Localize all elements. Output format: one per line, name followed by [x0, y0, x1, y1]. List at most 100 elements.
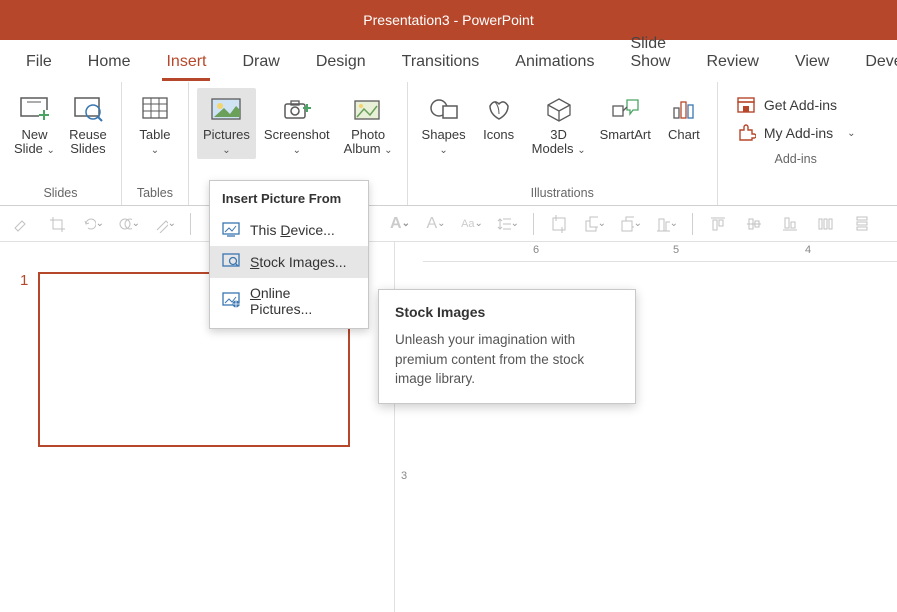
- group-illustrations: Shapes⌄ Icons 3D Models ⌄ SmartArt: [408, 82, 718, 205]
- tab-developer[interactable]: Develo: [847, 43, 897, 81]
- dropdown-item-stock-images[interactable]: Stock Images...: [210, 246, 368, 278]
- group-slides: New Slide ⌄ Reuse Slides Slides: [0, 82, 122, 205]
- reuse-slides-label: Reuse Slides: [69, 128, 107, 157]
- icons-icon: [482, 92, 516, 126]
- icons-label: Icons: [483, 128, 514, 142]
- crop-icon[interactable]: [46, 213, 68, 235]
- reuse-slides-icon: [71, 92, 105, 126]
- ribbon-tabs: File Home Insert Draw Design Transitions…: [0, 40, 897, 82]
- rotate-icon[interactable]: ⌄: [82, 213, 104, 235]
- 3d-models-button[interactable]: 3D Models ⌄: [526, 88, 592, 159]
- align-icon[interactable]: ⌄: [656, 213, 678, 235]
- 3d-models-label: 3D Models: [532, 127, 574, 156]
- text-fill-icon[interactable]: A⌄: [389, 213, 411, 235]
- bring-front-icon[interactable]: ⌄: [584, 213, 606, 235]
- caret-icon: ⌄: [47, 145, 55, 156]
- caret-icon: ⌄: [384, 145, 392, 156]
- tab-review[interactable]: Review: [688, 43, 776, 81]
- device-icon: [222, 221, 240, 239]
- align-middle-icon[interactable]: [743, 213, 765, 235]
- shapes-button[interactable]: Shapes⌄: [416, 88, 472, 159]
- group-tables-label: Tables: [130, 184, 180, 203]
- my-addins-label: My Add-ins: [764, 125, 833, 141]
- screenshot-label: Screenshot: [264, 127, 330, 142]
- pictures-label: Pictures: [203, 127, 250, 142]
- table-icon: [138, 92, 172, 126]
- tab-view[interactable]: View: [777, 43, 847, 81]
- dist-v-icon[interactable]: [851, 213, 873, 235]
- group-slides-label: Slides: [8, 184, 113, 203]
- title-text: Presentation3 - PowerPoint: [363, 12, 533, 28]
- pen-icon[interactable]: ⌄: [154, 213, 176, 235]
- text-outline-icon[interactable]: A⌄: [425, 213, 447, 235]
- get-addins-button[interactable]: Get Add-ins: [736, 96, 856, 114]
- table-label: Table: [139, 127, 170, 142]
- smartart-label: SmartArt: [600, 128, 651, 142]
- tab-design[interactable]: Design: [298, 43, 384, 81]
- group-addins: Get Add-ins My Add-ins ⌄ Add-ins: [718, 82, 874, 205]
- chart-label: Chart: [668, 128, 700, 142]
- thumbnail-number: 1: [20, 272, 28, 447]
- online-icon: [222, 292, 240, 310]
- shapes-label: Shapes: [422, 127, 466, 142]
- dropdown-item-label: Online Pictures...: [250, 285, 356, 317]
- send-back-icon[interactable]: ⌄: [620, 213, 642, 235]
- tab-home[interactable]: Home: [70, 43, 149, 81]
- addins-icon: [736, 124, 756, 142]
- chart-button[interactable]: Chart: [659, 88, 709, 144]
- pictures-button[interactable]: Pictures⌄: [197, 88, 256, 159]
- caret-icon: ⌄: [151, 145, 159, 156]
- reuse-slides-button[interactable]: Reuse Slides: [63, 88, 113, 159]
- shapes-icon: [427, 92, 461, 126]
- new-slide-icon: [17, 92, 51, 126]
- smartart-button[interactable]: SmartArt: [594, 88, 657, 144]
- font-size-icon[interactable]: Aa⌄: [461, 213, 483, 235]
- tab-slideshow[interactable]: Slide Show: [612, 25, 688, 81]
- line-spacing-icon[interactable]: ⌄: [497, 213, 519, 235]
- overlap-icon[interactable]: ⌄: [118, 213, 140, 235]
- caret-icon: ⌄: [847, 128, 855, 139]
- tooltip-body: Unleash your imagination with premium co…: [395, 330, 619, 389]
- dropdown-item-label: Stock Images...: [250, 254, 347, 270]
- photo-album-label: Photo Album: [344, 127, 385, 156]
- photo-album-button[interactable]: Photo Album ⌄: [338, 88, 399, 159]
- table-button[interactable]: Table ⌄: [130, 88, 180, 159]
- align-bottom-icon[interactable]: [779, 213, 801, 235]
- tooltip-stock-images: Stock Images Unleash your imagination wi…: [378, 289, 636, 404]
- get-addins-label: Get Add-ins: [764, 97, 837, 113]
- dist-h-icon[interactable]: [815, 213, 837, 235]
- screenshot-icon: [280, 92, 314, 126]
- group-illustrations-label: Illustrations: [416, 184, 709, 203]
- screenshot-button[interactable]: Screenshot⌄: [258, 88, 336, 159]
- store-icon: [736, 96, 756, 114]
- ruler-tick: 4: [805, 244, 811, 256]
- paint-icon[interactable]: [10, 213, 32, 235]
- icons-button[interactable]: Icons: [474, 88, 524, 144]
- tab-file[interactable]: File: [8, 43, 70, 81]
- title-bar: Presentation3 - PowerPoint: [0, 0, 897, 40]
- ribbon: New Slide ⌄ Reuse Slides Slides Table ⌄ T…: [0, 82, 897, 206]
- pictures-dropdown: Insert Picture From This Device... Stock…: [209, 180, 369, 329]
- crop2-icon[interactable]: [548, 213, 570, 235]
- dropdown-item-online-pictures[interactable]: Online Pictures...: [210, 278, 368, 324]
- new-slide-button[interactable]: New Slide ⌄: [8, 88, 61, 159]
- pictures-icon: [209, 92, 243, 126]
- ruler-tick: 6: [533, 244, 539, 256]
- chart-icon: [667, 92, 701, 126]
- tooltip-title: Stock Images: [395, 304, 619, 320]
- photo-album-icon: [351, 92, 385, 126]
- tab-draw[interactable]: Draw: [224, 43, 297, 81]
- my-addins-button[interactable]: My Add-ins ⌄: [736, 124, 856, 142]
- tab-transitions[interactable]: Transitions: [384, 43, 498, 81]
- caret-icon: ⌄: [577, 145, 585, 156]
- tab-animations[interactable]: Animations: [497, 43, 612, 81]
- new-slide-label: New Slide: [14, 127, 47, 156]
- dropdown-item-this-device[interactable]: This Device...: [210, 214, 368, 246]
- ruler-tick: 5: [673, 244, 679, 256]
- ruler-tick: 3: [401, 470, 407, 482]
- align-top-icon[interactable]: [707, 213, 729, 235]
- tab-insert[interactable]: Insert: [148, 43, 224, 81]
- dropdown-title: Insert Picture From: [210, 181, 368, 214]
- stock-icon: [222, 253, 240, 271]
- ruler-horizontal: 6 5 4: [423, 242, 897, 262]
